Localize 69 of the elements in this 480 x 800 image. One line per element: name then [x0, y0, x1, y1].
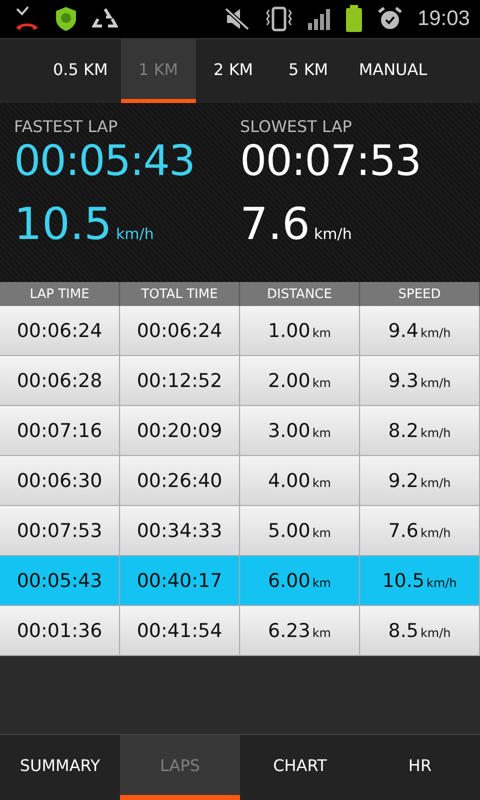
- cell-value: 8.2: [388, 420, 418, 442]
- table-cell: 00:06:30: [0, 456, 120, 506]
- column-header: DISTANCE: [240, 282, 360, 306]
- cell-unit: km/h: [420, 376, 451, 390]
- table-cell: 00:41:54: [120, 606, 240, 656]
- table-cell: 00:01:36: [0, 606, 120, 656]
- lap-speed: 7.6: [240, 200, 310, 250]
- clock-time: 19:03: [417, 7, 470, 31]
- table-cell: 00:06:24: [0, 306, 120, 356]
- table-cell: 00:40:17: [120, 556, 240, 606]
- table-cell: 00:20:09: [120, 406, 240, 456]
- cell-unit: km: [312, 326, 331, 340]
- table-cell: 00:34:33: [120, 506, 240, 556]
- cell-unit: km/h: [426, 576, 457, 590]
- cell-unit: km/h: [420, 626, 451, 640]
- nav-tab[interactable]: CHART: [240, 735, 360, 800]
- shield-icon: [54, 6, 78, 32]
- table-cell: 00:07:53: [0, 506, 120, 556]
- cell-value: 1.00: [268, 320, 310, 342]
- cell-unit: km: [312, 576, 331, 590]
- table-cell: 00:05:43: [0, 556, 120, 606]
- cell-value: 4.00: [268, 470, 310, 492]
- cell-unit: km: [312, 526, 331, 540]
- cell-value: 6.00: [268, 570, 310, 592]
- table-cell: 00:06:24: [120, 306, 240, 356]
- stat-title: SLOWEST LAP: [240, 117, 353, 136]
- vibrate-icon: [265, 6, 294, 32]
- signal-icon: [307, 7, 332, 31]
- cell-value: 2.00: [268, 370, 310, 392]
- cell-unit: km: [312, 626, 331, 640]
- nav-tab[interactable]: SUMMARY: [0, 735, 120, 800]
- nav-tab[interactable]: HR: [360, 735, 480, 800]
- cell-value: 5.00: [268, 520, 310, 542]
- cell-unit: km/h: [420, 526, 451, 540]
- stat-title: FASTEST LAP: [14, 117, 119, 136]
- cell-unit: km: [312, 426, 331, 440]
- distance-tab[interactable]: 5 KM: [270, 39, 346, 103]
- table-cell: 00:07:16: [0, 406, 120, 456]
- cell-unit: km/h: [420, 426, 451, 440]
- cell-value: 9.4: [388, 320, 418, 342]
- alarm-icon: [377, 6, 404, 32]
- missed-call-icon: [14, 6, 40, 32]
- cell-value: 6.23: [268, 620, 310, 642]
- lap-time: 00:07:53: [240, 136, 422, 186]
- column-header: SPEED: [360, 282, 480, 306]
- muted-speaker-icon: [223, 6, 252, 32]
- cell-value: 7.6: [388, 520, 418, 542]
- cell-value: 9.3: [388, 370, 418, 392]
- lap-time: 00:05:43: [14, 136, 196, 186]
- cell-value: 9.2: [388, 470, 418, 492]
- speed-unit: km/h: [314, 225, 352, 243]
- cell-unit: km: [312, 476, 331, 490]
- table-cell: 00:06:28: [0, 356, 120, 406]
- column-header: LAP TIME: [0, 282, 120, 306]
- lap-speed: 10.5: [14, 200, 112, 250]
- distance-tab[interactable]: 0.5 KM: [40, 39, 121, 103]
- cell-unit: km/h: [420, 476, 451, 490]
- table-cell: 00:26:40: [120, 456, 240, 506]
- battery-icon: [345, 5, 364, 33]
- distance-tab[interactable]: MANUAL: [346, 39, 440, 103]
- cell-unit: km: [312, 376, 331, 390]
- cell-value: 3.00: [268, 420, 310, 442]
- cell-value: 8.5: [388, 620, 418, 642]
- distance-tab[interactable]: 2 KM: [196, 39, 271, 103]
- speed-unit: km/h: [116, 225, 154, 243]
- cell-unit: km/h: [420, 326, 451, 340]
- cell-value: 10.5: [382, 570, 424, 592]
- table-cell: 00:12:52: [120, 356, 240, 406]
- column-header: TOTAL TIME: [120, 282, 240, 306]
